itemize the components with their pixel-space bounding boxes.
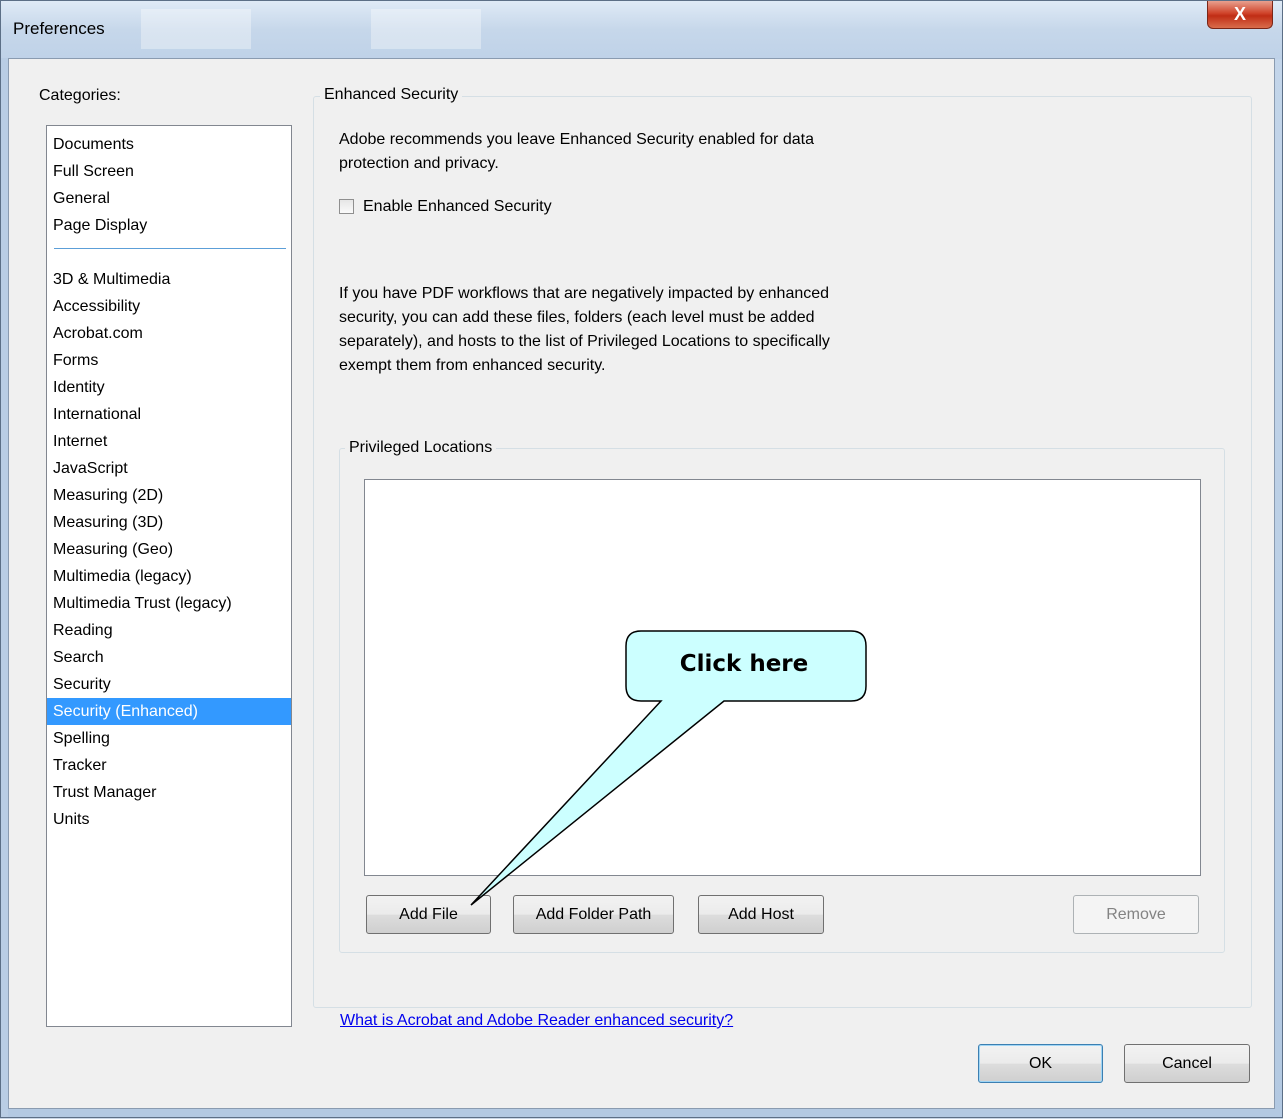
preferences-window: Preferences X Categories: Documents Full… — [0, 0, 1283, 1118]
callout-annotation — [470, 630, 867, 906]
callout-text: Click here — [679, 651, 809, 677]
